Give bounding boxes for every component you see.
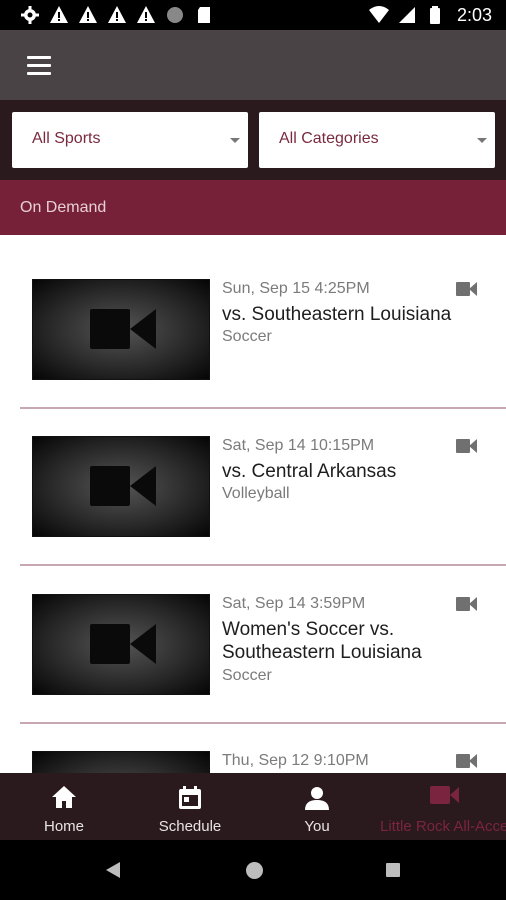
dropdown-arrow-icon <box>477 138 487 143</box>
nav-home-label: Home <box>43 818 84 835</box>
video-thumbnail[interactable] <box>32 436 210 537</box>
video-camera-icon[interactable] <box>456 597 478 611</box>
video-camera-icon[interactable] <box>456 754 478 768</box>
section-header: On Demand <box>0 180 506 235</box>
categories-filter-select[interactable]: All Categories <box>259 112 495 168</box>
nav-home[interactable]: Home <box>22 773 106 840</box>
system-nav-bar <box>0 840 506 900</box>
person-icon <box>305 787 329 810</box>
item-sport: Volleyball <box>222 485 290 502</box>
list-item[interactable]: Sat, Sep 14 3:59PM Women's Soccer vs. So… <box>0 550 506 724</box>
home-button-icon[interactable] <box>246 862 263 879</box>
list-item[interactable]: Thu, Sep 12 9:10PM <box>0 707 506 773</box>
categories-filter-value: All Categories <box>279 130 379 147</box>
item-sport: Soccer <box>222 328 272 345</box>
home-icon <box>52 786 76 808</box>
nav-schedule[interactable]: Schedule <box>150 773 230 840</box>
list-item[interactable]: Sun, Sep 15 4:25PM vs. Southeastern Loui… <box>0 235 506 409</box>
battery-icon <box>429 6 440 24</box>
video-thumbnail[interactable] <box>32 594 210 695</box>
warning-icon <box>79 6 97 23</box>
video-camera-icon[interactable] <box>456 439 478 453</box>
video-camera-icon[interactable] <box>456 282 478 296</box>
recent-apps-icon[interactable] <box>386 863 400 877</box>
clock: 2:03 <box>456 4 492 25</box>
status-bar: 2:03 <box>0 0 506 30</box>
video-camera-icon <box>90 466 130 506</box>
nav-you-label: You <box>304 818 330 835</box>
item-date: Sun, Sep 15 4:25PM <box>222 280 370 297</box>
circle-icon <box>167 7 183 23</box>
wifi-icon <box>368 6 389 23</box>
section-title: On Demand <box>20 199 107 216</box>
warning-icon <box>137 6 155 23</box>
hamburger-menu-icon[interactable] <box>20 48 58 82</box>
notification-icons <box>20 5 214 25</box>
video-thumbnail[interactable] <box>32 751 210 773</box>
video-camera-lens <box>130 624 156 664</box>
item-title: vs. Southeastern Louisiana <box>222 304 452 325</box>
gear-icon <box>21 6 39 24</box>
back-icon[interactable] <box>106 862 120 878</box>
nav-you[interactable]: You <box>280 773 354 840</box>
app-bar <box>0 30 506 100</box>
item-date: Sat, Sep 14 10:15PM <box>222 437 375 454</box>
list-item[interactable]: Sat, Sep 14 10:15PM vs. Central Arkansas… <box>0 392 506 566</box>
item-date: Thu, Sep 12 9:10PM <box>222 752 369 769</box>
warning-icon <box>108 6 126 23</box>
sd-card-icon <box>198 7 210 23</box>
filter-bar: All Sports All Categories <box>0 100 506 180</box>
item-title: vs. Central Arkansas <box>222 461 397 482</box>
video-camera-lens <box>130 309 156 349</box>
video-list: Sun, Sep 15 4:25PM vs. Southeastern Loui… <box>0 235 506 773</box>
system-icons: 2:03 <box>368 4 492 26</box>
sports-filter-value: All Sports <box>32 130 101 147</box>
video-camera-lens <box>130 466 156 506</box>
item-date: Sat, Sep 14 3:59PM <box>222 595 366 612</box>
calendar-icon <box>179 786 201 809</box>
nav-all-access-label: Little Rock All-Access <box>380 818 506 835</box>
video-camera-icon <box>90 309 130 349</box>
cell-signal-icon <box>398 7 415 23</box>
video-camera-icon <box>430 786 459 804</box>
nav-schedule-label: Schedule <box>158 818 222 835</box>
bottom-nav: Home Schedule You Little Rock All-Access <box>0 773 506 840</box>
nav-all-access[interactable]: Little Rock All-Access <box>376 773 506 840</box>
warning-icon <box>50 6 68 23</box>
item-sport: Soccer <box>222 667 272 684</box>
video-thumbnail[interactable] <box>32 279 210 380</box>
video-camera-icon <box>90 624 130 664</box>
dropdown-arrow-icon <box>230 138 240 143</box>
item-title: Women's Soccer vs. Southeastern Louisian… <box>222 619 422 663</box>
sports-filter-select[interactable]: All Sports <box>12 112 248 168</box>
